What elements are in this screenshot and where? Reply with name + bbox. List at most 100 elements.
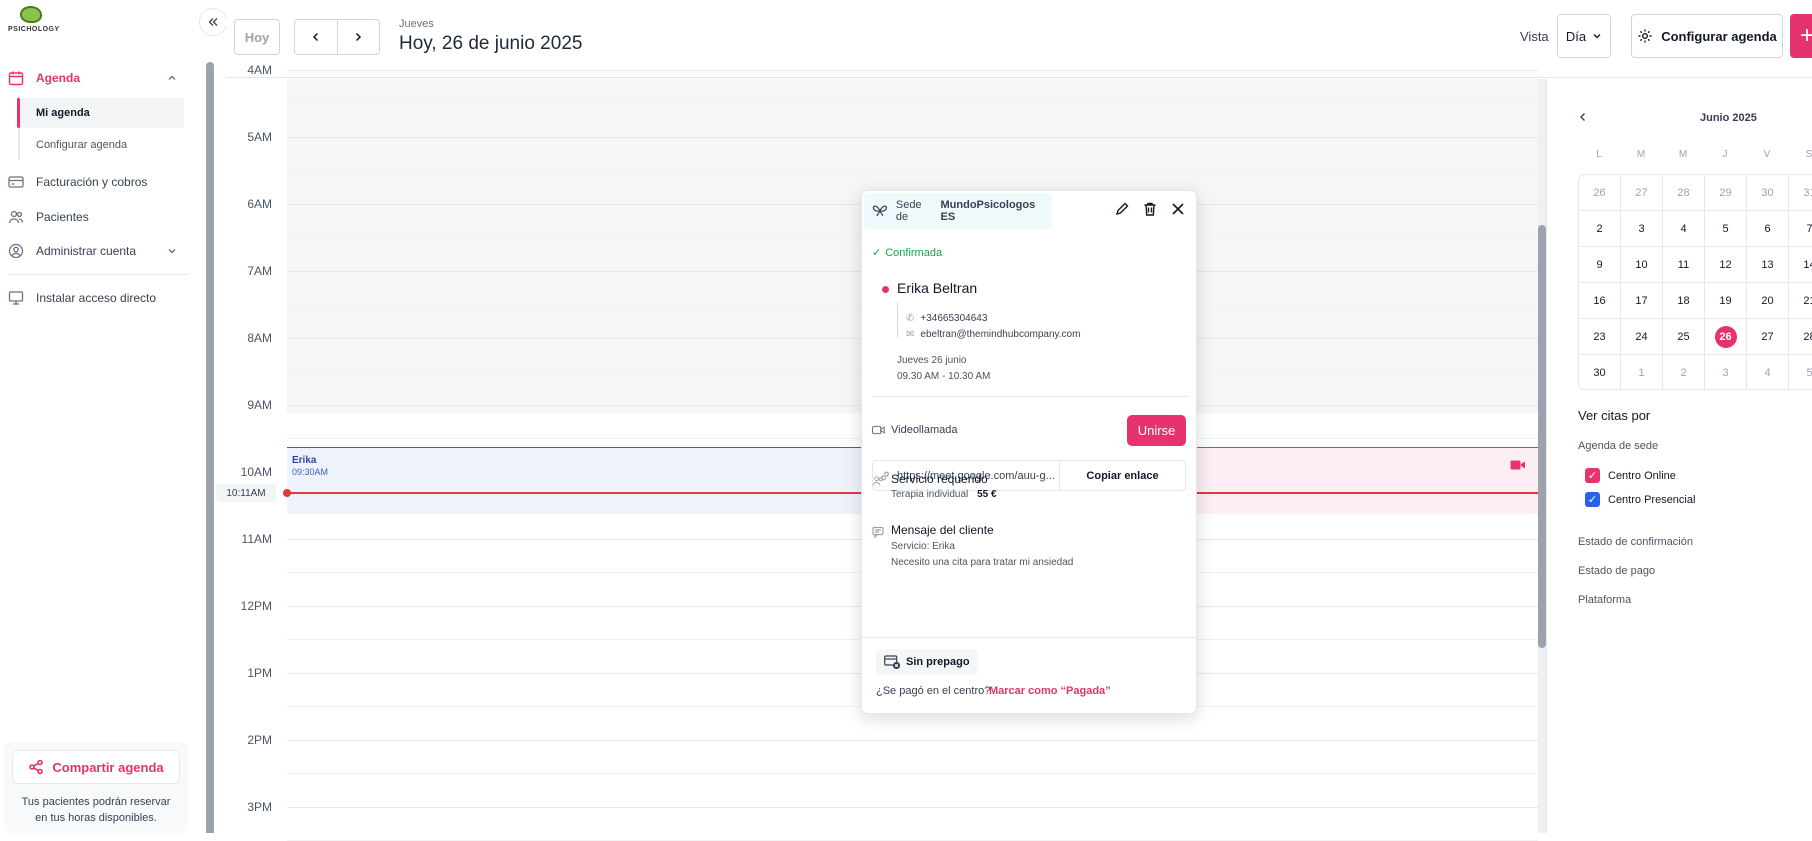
join-call-button[interactable]: Unirse (1127, 415, 1186, 446)
calendar-day[interactable]: 17 (1621, 283, 1663, 319)
calendar-day[interactable]: 27 (1747, 319, 1789, 355)
calendar-day[interactable]: 6 (1747, 211, 1789, 247)
view-select[interactable]: Día (1557, 14, 1611, 58)
calendar-day[interactable]: 26 (1705, 319, 1747, 355)
add-appointment-button[interactable]: + (1790, 14, 1812, 58)
calendar-day[interactable]: 31 (1789, 175, 1812, 211)
filter-platform[interactable]: Plataforma (1578, 594, 1631, 606)
calendar-day[interactable]: 26 (1579, 175, 1621, 211)
checkbox-checked-icon[interactable]: ✓ (1585, 492, 1600, 507)
double-chevron-left-icon (208, 18, 218, 26)
calendar-day[interactable]: 1 (1621, 355, 1663, 389)
hour-label: 4AM (247, 63, 272, 77)
pencil-icon[interactable] (1114, 201, 1130, 217)
calendar-day[interactable]: 20 (1747, 283, 1789, 319)
phone-icon: ✆ (906, 313, 915, 324)
calendar-day[interactable]: 30 (1747, 175, 1789, 211)
calendar-day[interactable]: 24 (1621, 319, 1663, 355)
sidebar-item-administrar-cuenta[interactable]: Administrar cuenta (0, 236, 190, 266)
calendar-day[interactable]: 4 (1663, 211, 1705, 247)
calendar-day[interactable]: 21 (1789, 283, 1812, 319)
filter-centro-presencial[interactable]: ✓ Centro Presencial (1585, 492, 1695, 507)
calendar-day[interactable]: 4 (1747, 355, 1789, 389)
calendar-day[interactable]: 5 (1705, 211, 1747, 247)
calendar-day[interactable]: 2 (1579, 211, 1621, 247)
hour-line (287, 807, 1538, 808)
calendar-day[interactable]: 9 (1579, 247, 1621, 283)
calendar-day-number: 14 (1803, 258, 1812, 271)
date-navigation (294, 19, 380, 55)
calendar-day[interactable]: 3 (1621, 211, 1663, 247)
card-cancel-icon (884, 655, 900, 669)
appointment-block-online[interactable] (1196, 447, 1538, 514)
collapse-sidebar-button[interactable] (199, 8, 227, 36)
filter-payment-state[interactable]: Estado de pago (1578, 565, 1655, 577)
status-badge: ✓ Confirmada (872, 246, 942, 260)
weekday-label: Jueves (399, 18, 434, 30)
brand-logo[interactable]: PSICHOLOGY (8, 6, 59, 36)
calendar-day[interactable]: 28 (1663, 175, 1705, 211)
close-icon[interactable] (1170, 201, 1186, 217)
popup-actions (1114, 201, 1186, 217)
calendar-day[interactable]: 14 (1789, 247, 1812, 283)
calendar-day[interactable]: 2 (1663, 355, 1705, 389)
sidebar-item-agenda[interactable]: Agenda (0, 63, 190, 93)
calendar-day-number: 19 (1719, 294, 1732, 307)
sidebar-scrollbar[interactable] (206, 62, 214, 833)
calendar-day[interactable]: 11 (1663, 247, 1705, 283)
hour-label: 1PM (247, 666, 272, 680)
calendar-day[interactable]: 3 (1705, 355, 1747, 389)
weekday-header: M (1636, 149, 1646, 160)
calendar-day[interactable]: 28 (1789, 319, 1812, 355)
today-button[interactable]: Hoy (234, 19, 280, 55)
sidebar-subitem-configurar-agenda[interactable]: Configurar agenda (18, 130, 184, 160)
grid-scrollbar[interactable] (1538, 225, 1546, 648)
calendar-day-number: 21 (1803, 294, 1812, 307)
calendar-day[interactable]: 5 (1789, 355, 1812, 389)
next-day-button[interactable] (336, 20, 380, 54)
filter-label: Centro Online (1608, 469, 1676, 482)
calendar-day[interactable]: 18 (1663, 283, 1705, 319)
popup-footer-divider (862, 637, 1196, 638)
chevron-right-icon (356, 32, 362, 42)
calendar-day[interactable]: 23 (1579, 319, 1621, 355)
checkbox-checked-icon[interactable]: ✓ (1585, 468, 1600, 483)
calendar-day-number: 7 (1806, 222, 1812, 235)
calendar-day[interactable]: 29 (1705, 175, 1747, 211)
calendar-icon (8, 71, 24, 86)
calendar-day[interactable]: 13 (1747, 247, 1789, 283)
configure-agenda-button[interactable]: Configurar agenda (1631, 14, 1783, 58)
filter-confirmation-state[interactable]: Estado de confirmación (1578, 536, 1693, 548)
previous-month-icon[interactable] (1578, 112, 1588, 122)
calendar-day[interactable]: 7 (1789, 211, 1812, 247)
gear-icon (1638, 29, 1652, 43)
users-icon (872, 476, 883, 486)
message-line-1: Servicio: Erika (891, 541, 955, 552)
mark-paid-link[interactable]: Marcar como “Pagada” (989, 685, 1111, 697)
filter-centro-online[interactable]: ✓ Centro Online (1585, 468, 1676, 483)
calendar-day[interactable]: 10 (1621, 247, 1663, 283)
sidebar-item-facturacion[interactable]: Facturación y cobros (0, 167, 190, 197)
calendar-day[interactable]: 30 (1579, 355, 1621, 389)
calendar-day[interactable]: 25 (1663, 319, 1705, 355)
calendar-day[interactable]: 27 (1621, 175, 1663, 211)
trash-icon[interactable] (1142, 201, 1158, 217)
calendar-day-number: 10 (1635, 258, 1648, 271)
calendar-day[interactable]: 12 (1705, 247, 1747, 283)
calendar-day[interactable]: 19 (1705, 283, 1747, 319)
calendar-day-number: 2 (1596, 222, 1603, 235)
share-agenda-button[interactable]: Compartir agenda (12, 750, 180, 784)
sidebar-item-pacientes[interactable]: Pacientes (0, 202, 190, 232)
video-call-label: Videollamada (872, 424, 957, 436)
current-time-dot (283, 489, 291, 497)
status-dot (882, 286, 889, 293)
calendar-day[interactable]: 16 (1579, 283, 1621, 319)
paid-question: ¿Se pagó en el centro? (876, 685, 991, 697)
sidebar-item-instalar[interactable]: Instalar acceso directo (0, 283, 190, 313)
sidebar-subitem-mi-agenda[interactable]: Mi agenda (18, 98, 184, 128)
calendar-day-number: 5 (1806, 366, 1812, 379)
check-icon: ✓ (872, 247, 882, 259)
copy-link-button[interactable]: Copiar enlace (1059, 461, 1185, 490)
previous-day-button[interactable] (295, 20, 337, 54)
share-agenda-label: Compartir agenda (52, 759, 164, 775)
